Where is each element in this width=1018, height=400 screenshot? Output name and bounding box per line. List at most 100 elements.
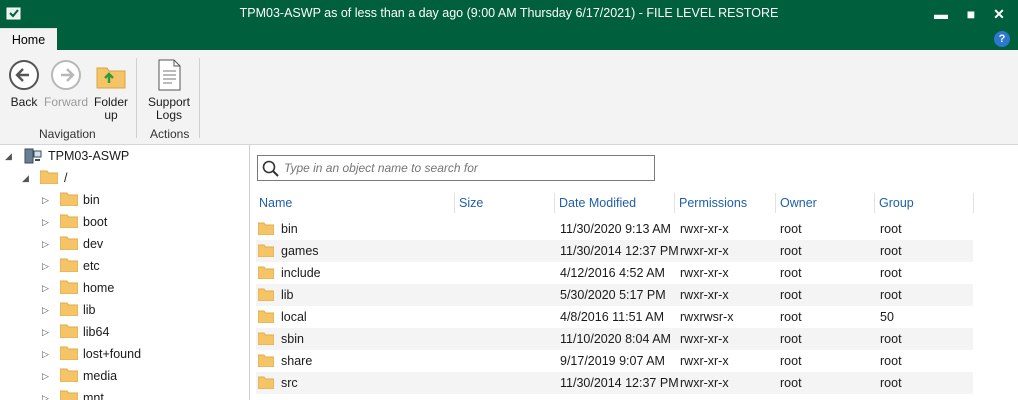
folder-icon (258, 244, 274, 257)
tree-label: boot (83, 215, 108, 229)
collapsed-arrow-icon[interactable]: ▷ (42, 321, 49, 343)
folder-icon (60, 192, 78, 206)
collapsed-arrow-icon[interactable]: ▷ (42, 189, 49, 211)
collapsed-arrow-icon[interactable]: ▷ (42, 365, 49, 387)
search-box[interactable] (257, 155, 655, 181)
tree-label: etc (83, 259, 100, 273)
file-group: root (880, 332, 902, 346)
folder-icon (60, 280, 78, 294)
file-date: 4/8/2016 11:51 AM (560, 310, 665, 324)
column-header-group[interactable]: Group (879, 192, 914, 214)
file-owner: root (780, 310, 802, 324)
support-label-2: Logs (155, 108, 183, 122)
column-separator[interactable] (554, 193, 555, 213)
file-permissions: rwxr-xr-x (680, 288, 729, 302)
folder-icon (60, 390, 78, 400)
file-owner: root (780, 244, 802, 258)
file-owner: root (780, 288, 802, 302)
folder-icon (60, 258, 78, 272)
file-group: root (880, 288, 902, 302)
folder-icon (60, 214, 78, 228)
file-row[interactable]: games 11/30/2014 12:37 PM rwxr-xr-x root… (256, 240, 973, 262)
tab-home[interactable]: Home (0, 28, 57, 50)
column-header-size[interactable]: Size (459, 192, 483, 214)
file-date: 11/30/2014 12:37 PM (560, 376, 679, 390)
file-row[interactable]: include 4/12/2016 4:52 AM rwxr-xr-x root… (256, 262, 973, 284)
file-owner: root (780, 354, 802, 368)
file-group: root (880, 222, 902, 236)
expanded-arrow-icon[interactable]: ◢ (5, 145, 12, 167)
file-row[interactable]: src 11/30/2014 12:37 PM rwxr-xr-x root r… (256, 372, 973, 394)
column-header-owner[interactable]: Owner (780, 192, 817, 214)
file-owner: root (780, 266, 802, 280)
minimize-button[interactable]: ▬ (930, 4, 952, 24)
file-row[interactable]: sbin 11/10/2020 8:04 AM rwxr-xr-x root r… (256, 328, 973, 350)
column-header-name[interactable]: Name (259, 192, 292, 214)
close-button[interactable]: ✕ (988, 4, 1010, 24)
forward-button[interactable]: Forward (44, 58, 88, 109)
folder-icon (60, 236, 78, 250)
file-owner: root (780, 332, 802, 346)
forward-arrow-icon (51, 60, 81, 90)
file-permissions: rwxr-xr-x (680, 376, 729, 390)
tree-label: dev (83, 237, 104, 251)
support-logs-icon (158, 59, 181, 91)
search-input[interactable] (284, 159, 644, 177)
tree-label: lost+found (83, 347, 142, 361)
file-name: share (281, 354, 313, 368)
folder-icon (60, 346, 78, 360)
collapsed-arrow-icon[interactable]: ▷ (42, 255, 49, 277)
folder-up-label-1: Folder (93, 95, 128, 109)
file-row[interactable]: bin 11/30/2020 9:13 AM rwxr-xr-x root ro… (256, 218, 973, 240)
folder-up-button[interactable]: Folder up (92, 58, 130, 122)
tree-label: lib64 (83, 325, 110, 339)
computer-icon (24, 148, 42, 164)
file-row[interactable]: local 4/8/2016 11:51 AM rwxrwsr-x root 5… (256, 306, 973, 328)
collapsed-arrow-icon[interactable]: ▷ (42, 387, 49, 400)
folder-icon (60, 324, 78, 338)
file-name: sbin (281, 332, 304, 346)
file-name: games (281, 244, 319, 258)
folder-icon (258, 332, 274, 345)
ribbon-tab-bar: Home ? (0, 28, 1018, 50)
folder-icon (258, 288, 274, 301)
file-row[interactable]: lib 5/30/2020 5:17 PM rwxr-xr-x root roo… (256, 284, 973, 306)
collapsed-arrow-icon[interactable]: ▷ (42, 211, 49, 233)
tree-label: bin (83, 193, 100, 207)
folder-icon (258, 354, 274, 367)
collapsed-arrow-icon[interactable]: ▷ (42, 343, 49, 365)
folder-tree: ◢ TPM03-ASWP ◢ / ▷ bin ▷ boot ▷ dev ▷ et… (0, 145, 250, 400)
tree-label: TPM03-ASWP (48, 149, 130, 163)
collapsed-arrow-icon[interactable]: ▷ (42, 299, 49, 321)
file-name: src (281, 376, 298, 390)
back-button[interactable]: Back (6, 58, 42, 109)
expanded-arrow-icon[interactable]: ◢ (22, 167, 29, 189)
file-list-pane: Name Size Date Modified Permissions Owne… (251, 145, 1018, 400)
file-permissions: rwxr-xr-x (680, 354, 729, 368)
ribbon-separator (199, 58, 200, 138)
maximize-button[interactable]: ■ (960, 4, 982, 24)
file-group: root (880, 376, 902, 390)
file-owner: root (780, 222, 802, 236)
file-date: 11/10/2020 8:04 AM (560, 332, 671, 346)
file-owner: root (780, 376, 802, 390)
file-date: 9/17/2019 9:07 AM (560, 354, 665, 368)
forward-label: Forward (44, 95, 89, 109)
help-icon[interactable]: ? (994, 31, 1010, 47)
column-separator[interactable] (674, 193, 675, 213)
tree-label: / (64, 171, 68, 185)
file-row[interactable]: share 9/17/2019 9:07 AM rwxr-xr-x root r… (256, 350, 973, 372)
file-permissions: rwxr-xr-x (680, 222, 729, 236)
column-separator[interactable] (874, 193, 875, 213)
support-logs-button[interactable]: Support Logs (144, 58, 194, 122)
tree-label: mnt (83, 391, 104, 400)
collapsed-arrow-icon[interactable]: ▷ (42, 277, 49, 299)
column-header-date-modified[interactable]: Date Modified (559, 192, 636, 214)
window-title: TPM03-ASWP as of less than a day ago (9:… (239, 6, 779, 20)
column-header-permissions[interactable]: Permissions (679, 192, 747, 214)
column-separator[interactable] (775, 193, 776, 213)
column-separator[interactable] (973, 193, 974, 213)
column-separator[interactable] (454, 193, 455, 213)
collapsed-arrow-icon[interactable]: ▷ (42, 233, 49, 255)
file-name: bin (281, 222, 298, 236)
